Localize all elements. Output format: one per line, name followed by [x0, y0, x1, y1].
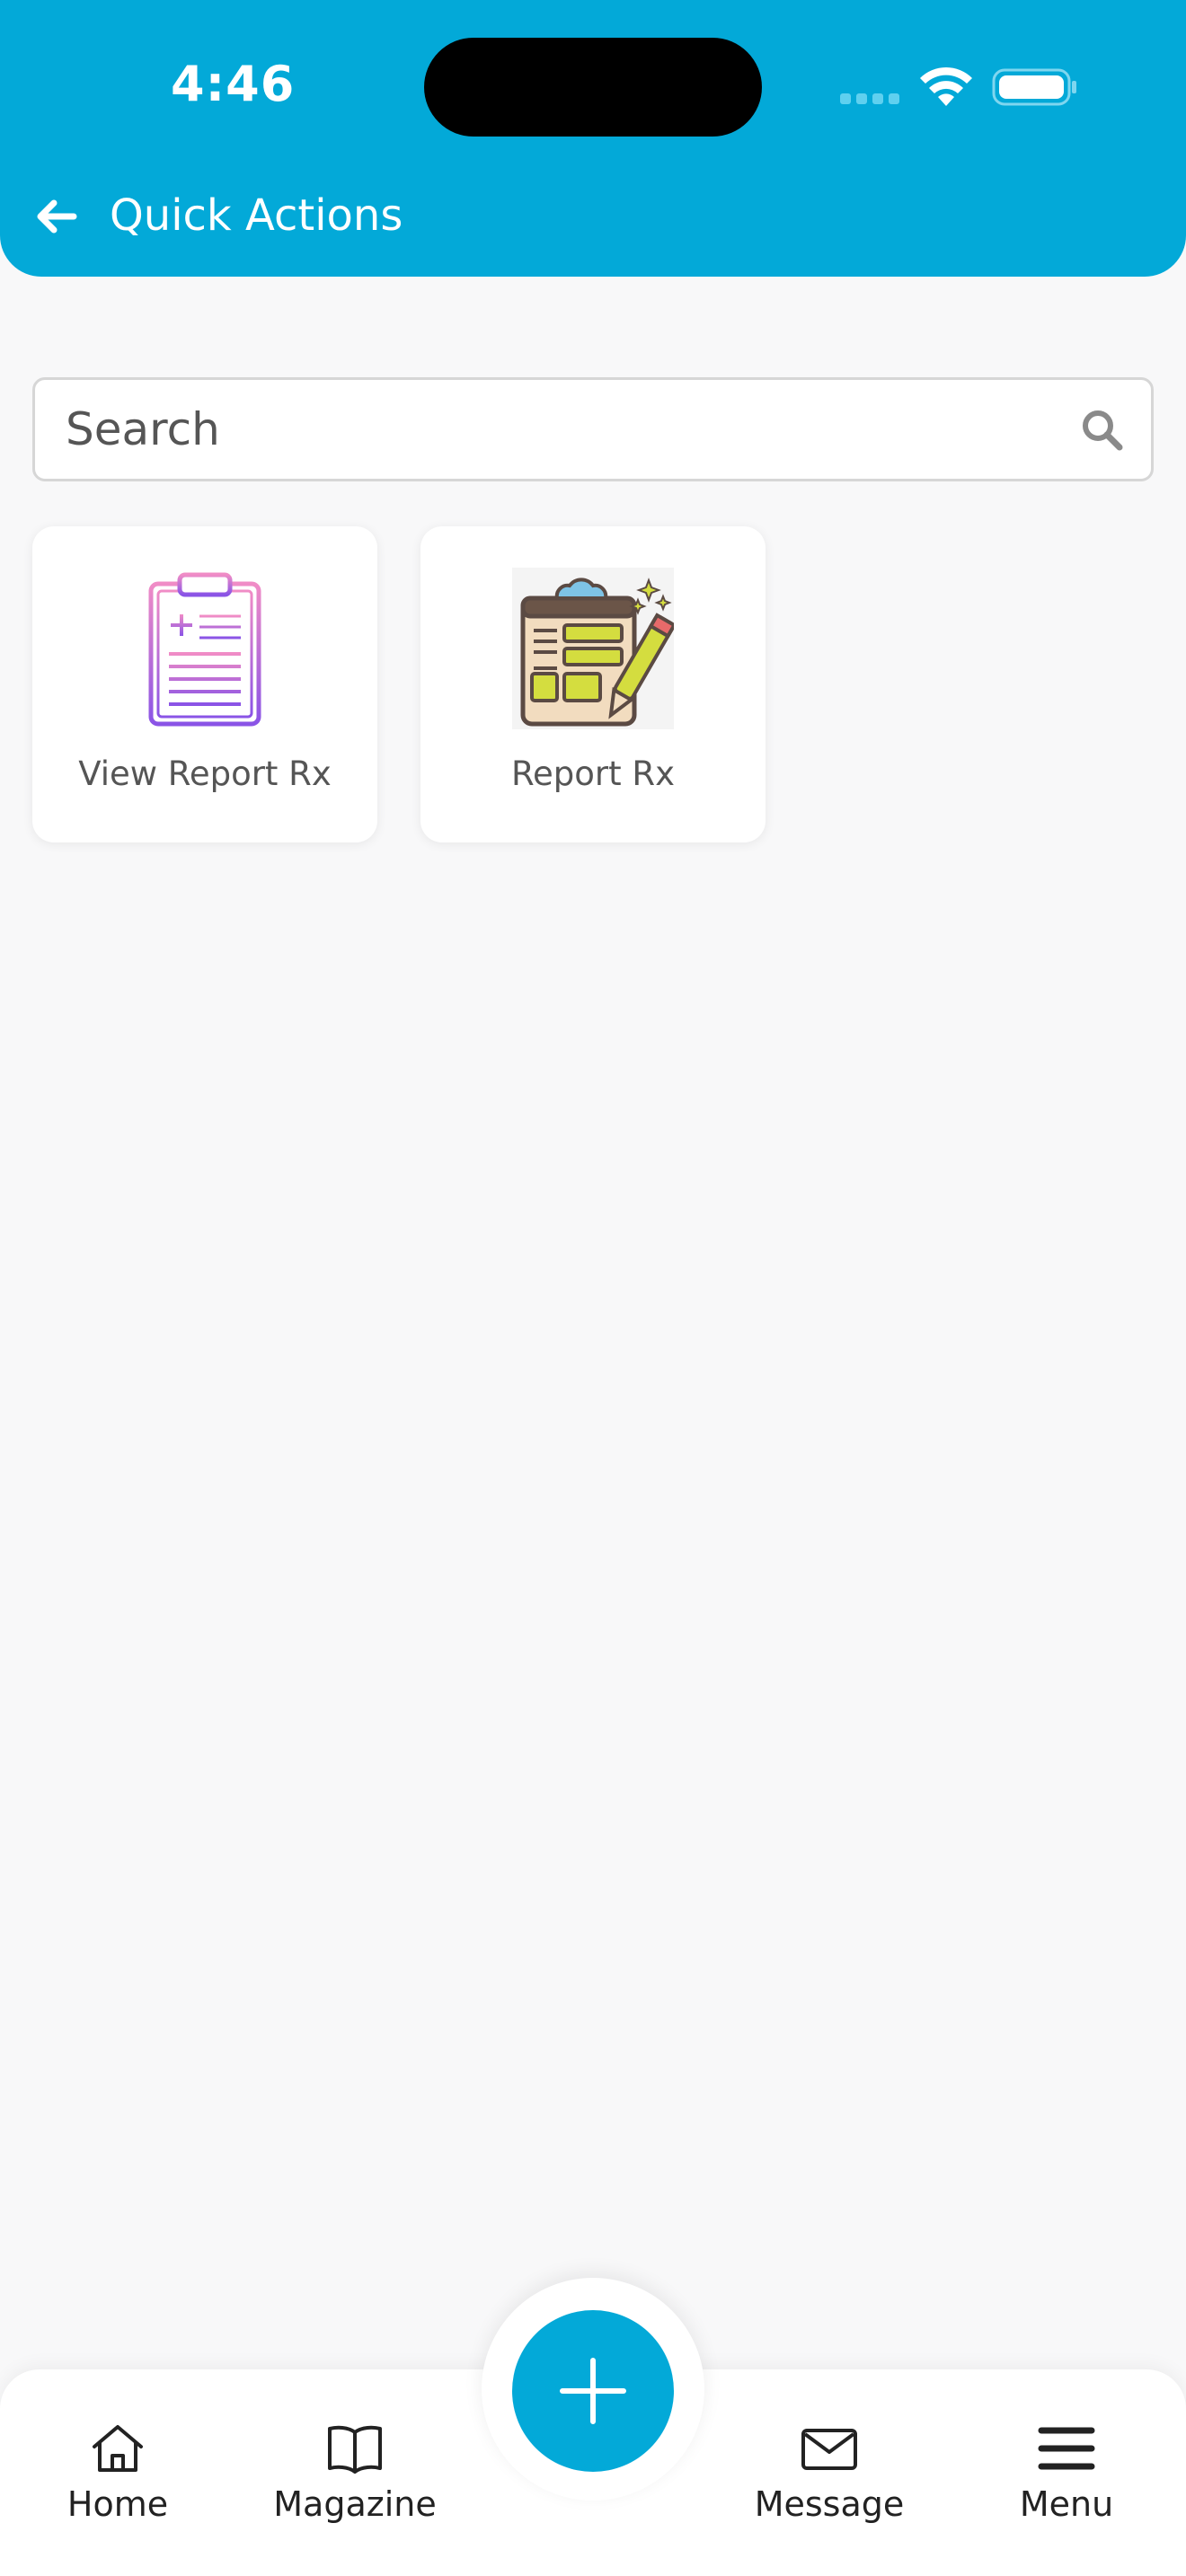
nav-label: Home	[66, 2484, 169, 2524]
clipboard-medical-icon	[148, 572, 261, 727]
back-arrow-icon[interactable]	[32, 192, 81, 241]
mail-icon	[801, 2429, 857, 2470]
cellular-signal-icon	[840, 93, 903, 106]
app-header: 4:46 Quick Actions	[0, 0, 1186, 277]
battery-icon	[992, 68, 1076, 106]
home-icon	[93, 2425, 143, 2472]
status-time: 4:46	[171, 56, 296, 112]
add-action-button[interactable]	[512, 2310, 674, 2472]
wifi-icon	[920, 66, 972, 106]
quick-action-card-view-report-rx[interactable]: View Report Rx	[32, 526, 377, 842]
search-bar	[32, 377, 1154, 481]
menu-icon	[1038, 2427, 1095, 2470]
nav-item-home[interactable]: Home	[10, 2416, 226, 2533]
card-label: View Report Rx	[78, 754, 332, 793]
nav-label: Message	[754, 2484, 905, 2524]
page-title: Quick Actions	[110, 190, 403, 241]
nav-label: Magazine	[273, 2484, 437, 2524]
dynamic-island	[424, 38, 762, 137]
clipboard-pencil-icon	[512, 568, 674, 729]
nav-item-magazine[interactable]: Magazine	[247, 2416, 463, 2533]
quick-action-card-report-rx[interactable]: Report Rx	[420, 526, 766, 842]
book-icon	[328, 2425, 382, 2474]
search-input[interactable]	[66, 380, 1054, 479]
nav-item-menu[interactable]: Menu	[959, 2416, 1174, 2533]
quick-actions-screen: 4:46 Quick Actions Search View Report Rx…	[0, 0, 1186, 2576]
plus-icon	[560, 2358, 626, 2424]
search-icon[interactable]	[1079, 407, 1124, 452]
card-label: Report Rx	[510, 754, 676, 793]
nav-item-message[interactable]: Message	[721, 2416, 937, 2533]
nav-label: Menu	[1019, 2484, 1114, 2524]
